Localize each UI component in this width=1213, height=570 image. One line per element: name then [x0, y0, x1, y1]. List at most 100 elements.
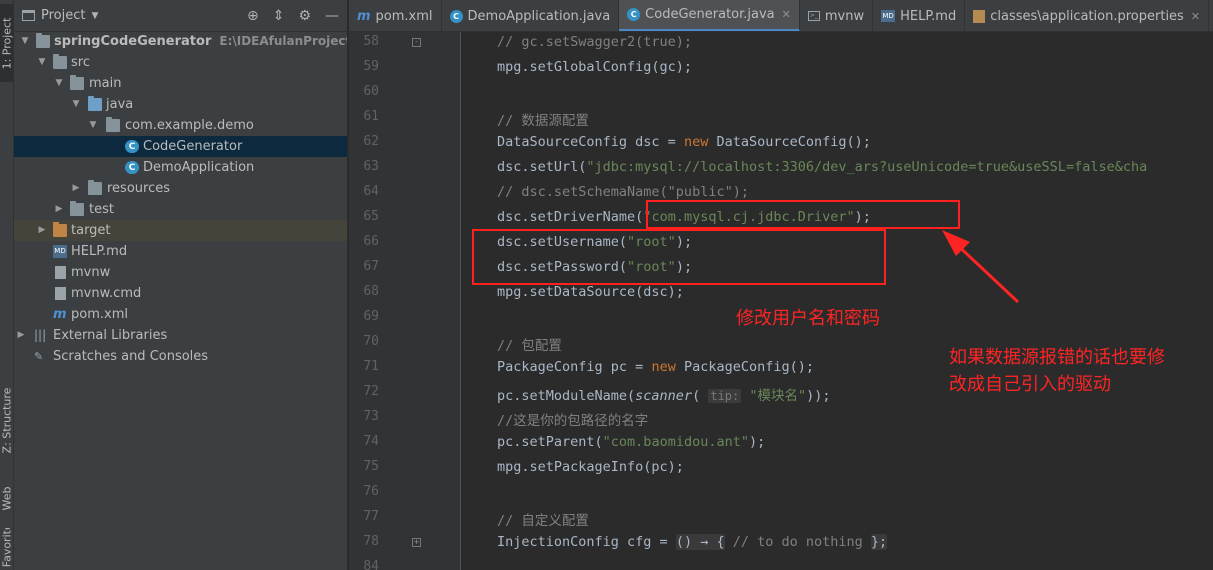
tree-node-resources[interactable]: ▶ resources: [14, 178, 347, 199]
chevron-right-icon[interactable]: ▶: [71, 178, 81, 199]
locate-icon[interactable]: ⊕: [247, 8, 259, 24]
close-icon[interactable]: ✕: [1191, 10, 1200, 23]
code-line-62: DataSourceConfig dsc = new DataSourceCon…: [497, 134, 871, 150]
web-tool-tab-label: Web: [0, 486, 14, 510]
close-icon[interactable]: ✕: [782, 8, 791, 21]
tab-application-properties[interactable]: classes\application.properties ✕: [965, 0, 1210, 31]
code-editor[interactable]: // gc.setSwagger2(true); mpg.setGlobalCo…: [462, 32, 1213, 570]
tree-node-mvnw[interactable]: mvnw: [14, 262, 347, 283]
chevron-down-icon[interactable]: ▼: [20, 31, 30, 52]
tab-pom-xml[interactable]: m pom.xml: [349, 0, 442, 31]
maven-icon: m: [53, 307, 67, 322]
folder-icon: [70, 201, 84, 216]
code-line-68: mpg.setDataSource(dsc);: [497, 284, 684, 300]
tree-node-java[interactable]: ▼ java: [14, 94, 347, 115]
tab-label: DemoApplication.java: [467, 8, 611, 24]
chevron-down-icon[interactable]: ▼: [71, 94, 81, 115]
package-icon: [106, 117, 120, 132]
tree-node-label: External Libraries: [53, 328, 168, 343]
code-line-74: pc.setParent("com.baomidou.ant");: [497, 434, 766, 450]
tree-node-target[interactable]: ▶ target: [14, 220, 347, 241]
line-number: 66: [363, 234, 379, 249]
tree-node-main[interactable]: ▼ main: [14, 73, 347, 94]
tree-node-label: com.example.demo: [125, 118, 254, 133]
tab-label: pom.xml: [375, 8, 433, 24]
tree-node-project-root[interactable]: ▼ springCodeGeneratorE:\IDEAfulanProject…: [14, 31, 347, 52]
line-number: 63: [363, 159, 379, 174]
line-number: 61: [363, 109, 379, 124]
tool-window-strip: 1: Project Z: Structure Web 2: Favorites: [0, 0, 14, 570]
tab-label: HELP.md: [900, 8, 957, 24]
code-line-58: // gc.setSwagger2(true);: [497, 34, 693, 50]
line-number: 78: [363, 534, 379, 549]
code-line-63: dsc.setUrl("jdbc:mysql://localhost:3306/…: [497, 159, 1148, 175]
line-number: 60: [363, 84, 379, 99]
project-tool-tab[interactable]: 1: Project: [0, 4, 14, 82]
fold-marker-icon[interactable]: -: [412, 38, 421, 47]
line-number: 73: [363, 409, 379, 424]
project-tree: ▼ springCodeGeneratorE:\IDEAfulanProject…: [14, 31, 347, 367]
tab-mvnw[interactable]: >_ mvnw: [800, 0, 874, 31]
terminal-icon: >_: [807, 11, 820, 21]
markdown-icon: MD: [53, 245, 67, 258]
code-line-77: // 自定义配置: [497, 513, 589, 529]
tree-node-label: test: [89, 202, 114, 217]
editor-gutter: 58 59 60 61 62 63 64 65 66 67 68 69 70 7…: [349, 32, 461, 570]
tab-label: classes\application.properties: [990, 8, 1184, 24]
code-line-75: mpg.setPackageInfo(pc);: [497, 459, 684, 475]
tree-node-external-libraries[interactable]: ▶ ||| External Libraries: [14, 325, 347, 346]
properties-icon: [973, 9, 986, 23]
tab-codegenerator-java[interactable]: C CodeGenerator.java ✕: [619, 0, 800, 31]
web-tool-tab[interactable]: Web: [0, 478, 14, 518]
chevron-down-icon[interactable]: ▼: [88, 115, 98, 136]
tab-demoapplication-java[interactable]: C DemoApplication.java: [442, 0, 620, 31]
file-icon: [55, 266, 66, 279]
folded-lambda[interactable]: () → {: [675, 534, 725, 550]
chevron-right-icon[interactable]: ▶: [54, 199, 64, 220]
tree-node-label: CodeGenerator: [143, 139, 243, 154]
gear-icon[interactable]: ⚙: [298, 8, 311, 24]
class-icon: C: [125, 161, 139, 174]
tree-node-demoapplication[interactable]: C DemoApplication: [14, 157, 347, 178]
project-view-selector[interactable]: Project: [41, 8, 85, 23]
tree-node-package[interactable]: ▼ com.example.demo: [14, 115, 347, 136]
file-icon: [55, 287, 66, 300]
driver-note-line2: 改成自己引入的驱动: [949, 374, 1111, 395]
favorites-tool-tab[interactable]: 2: Favorites: [0, 528, 14, 570]
line-number: 72: [363, 384, 379, 399]
maven-icon: m: [357, 8, 371, 24]
fold-marker-icon[interactable]: +: [412, 538, 421, 547]
scratches-icon: ✎: [34, 350, 44, 363]
class-icon: C: [627, 8, 641, 21]
library-icon: |||: [34, 328, 47, 342]
tree-node-test[interactable]: ▶ test: [14, 199, 347, 220]
tree-node-pom-xml[interactable]: m pom.xml: [14, 304, 347, 325]
project-panel-header: Project ▼ ⊕ ⇕ ⚙ —: [14, 0, 347, 32]
favorites-tool-tab-label: 2: Favorites: [0, 528, 14, 570]
code-line-64: // dsc.setSchemaName("public");: [497, 184, 749, 200]
code-line-70: // 包配置: [497, 338, 562, 354]
tree-node-src[interactable]: ▼ src: [14, 52, 347, 73]
chevron-down-icon[interactable]: ▼: [37, 52, 47, 73]
project-view-icon: [22, 10, 35, 21]
tree-node-help-md[interactable]: MD HELP.md: [14, 241, 347, 262]
tree-node-label: mvnw.cmd: [71, 286, 142, 301]
hide-panel-icon[interactable]: —: [325, 8, 339, 24]
code-line-59: mpg.setGlobalConfig(gc);: [497, 59, 693, 75]
chevron-down-icon[interactable]: ▼: [54, 73, 64, 94]
annotation-arrow-icon: [942, 230, 1020, 304]
tab-help-md[interactable]: MD HELP.md: [873, 0, 966, 31]
line-number: 68: [363, 284, 379, 299]
chevron-right-icon[interactable]: ▶: [16, 325, 26, 346]
collapse-all-icon[interactable]: ⇕: [273, 8, 285, 24]
structure-tool-tab[interactable]: Z: Structure: [0, 380, 14, 460]
tree-node-mvnw-cmd[interactable]: mvnw.cmd: [14, 283, 347, 304]
chevron-right-icon[interactable]: ▶: [37, 220, 47, 241]
tree-node-codegenerator[interactable]: C CodeGenerator: [14, 136, 347, 157]
tree-node-label: HELP.md: [71, 244, 128, 259]
tree-node-scratches[interactable]: ✎ Scratches and Consoles: [14, 346, 347, 367]
line-number: 76: [363, 484, 379, 499]
line-number: 75: [363, 459, 379, 474]
chevron-down-icon[interactable]: ▼: [91, 11, 98, 21]
line-number: 71: [363, 359, 379, 374]
